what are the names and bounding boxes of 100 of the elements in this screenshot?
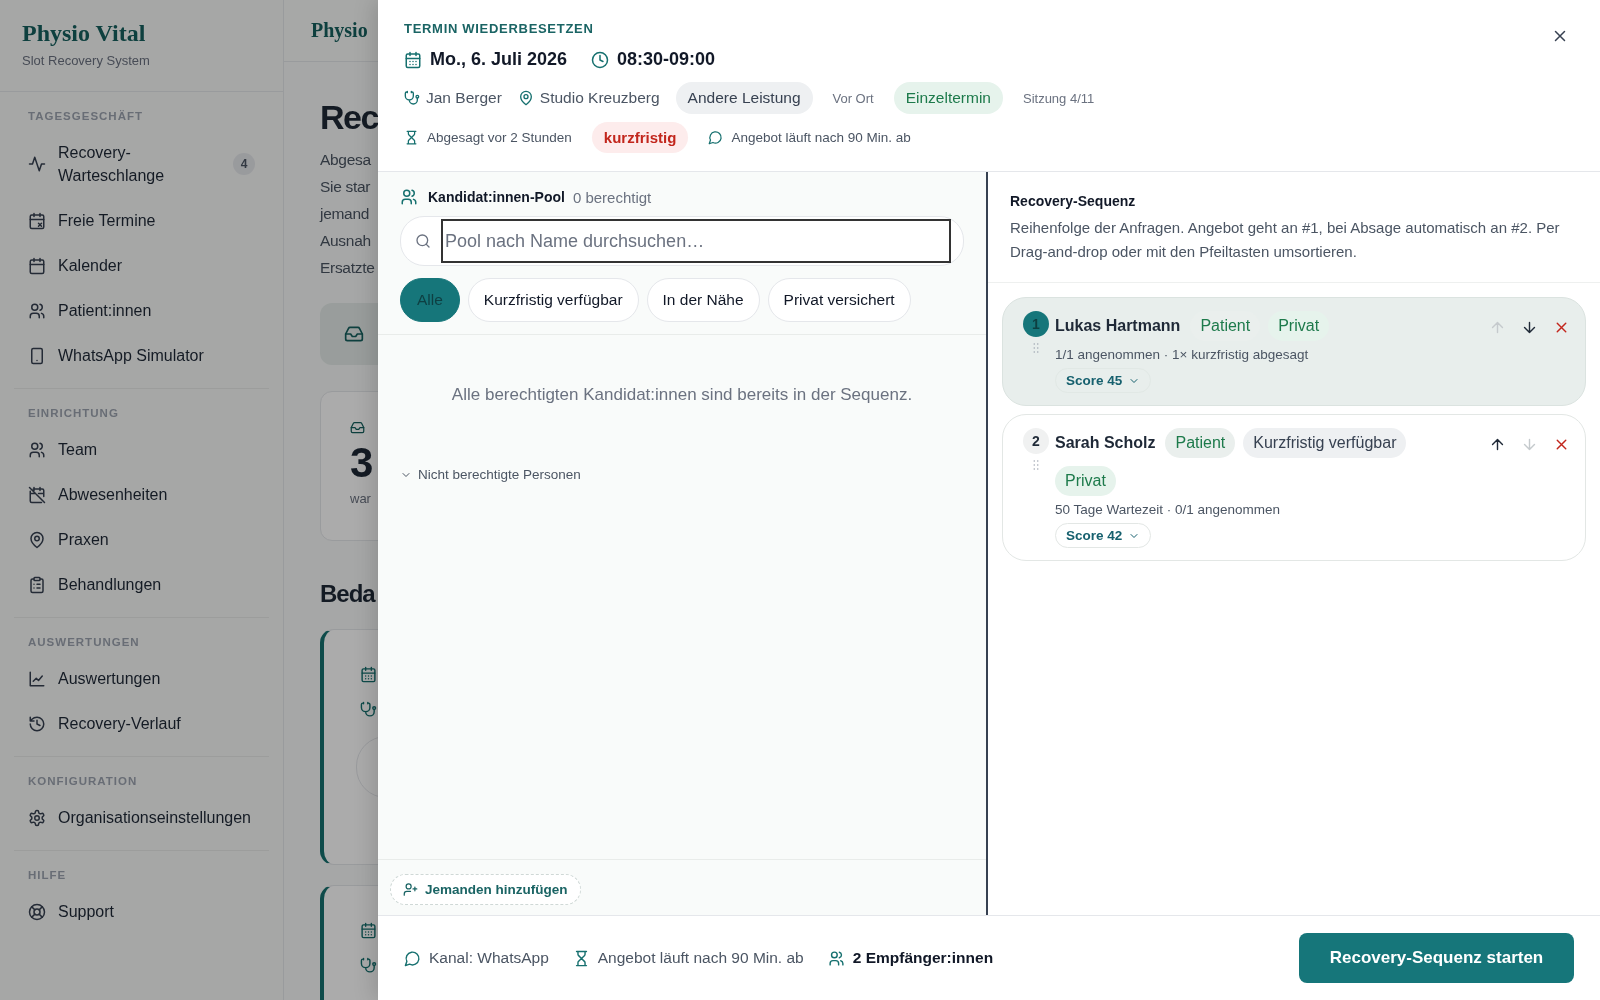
sequence-title: Recovery-Sequenz (1010, 193, 1136, 209)
intro-text: Sie star (320, 177, 371, 197)
filter-chip[interactable]: In der Nähe (646, 278, 760, 322)
filter-chip[interactable]: Kurzfristig verfügbar (467, 278, 639, 322)
hourglass-icon (404, 130, 419, 145)
item-label: Praxen (58, 530, 109, 550)
tag: Kurzfristig verfügbar (1243, 428, 1407, 458)
intro-text: Abgesa (320, 150, 371, 170)
person-name: Sarah Scholz (1055, 434, 1156, 452)
recipient-count: 2 Empfänger:innen (852, 949, 994, 967)
position-badge: 1 (1023, 311, 1049, 337)
item-label: Recovery-Warteschlange (58, 143, 166, 186)
users-icon (400, 188, 418, 206)
item-label: Patient:innen (58, 301, 152, 321)
sidebar-item[interactable]: Recovery-Warteschlange 4 (14, 130, 269, 198)
smartphone-icon (28, 346, 46, 365)
stat-caption: war (350, 491, 371, 506)
search-field[interactable]: Pool nach Name durchsuchen… (400, 216, 964, 266)
therapist-name: Jan Berger (426, 89, 502, 107)
stethoscope-icon (360, 701, 377, 718)
app-title: Physio (311, 19, 368, 42)
users-icon (28, 301, 46, 320)
search-icon (415, 233, 431, 249)
stat-value: 3 (350, 441, 374, 485)
users-icon (827, 949, 845, 967)
section-title: KONFIGURATION (27, 774, 139, 789)
map-pin-icon (517, 90, 534, 106)
appointment-time: 08:30-09:00 (617, 49, 716, 70)
eligible-count: 0 berechtigt (572, 188, 652, 206)
brand-subtitle: Slot Recovery System (22, 53, 150, 68)
item-label: Recovery-Verlauf (58, 714, 181, 734)
item-label: Behandlungen (58, 575, 162, 595)
item-label: Auswertungen (58, 669, 161, 689)
channel-text: Kanal: WhatsApp (429, 949, 549, 967)
stethoscope-icon (360, 957, 377, 974)
urgency-tag: kurzfristig (591, 122, 689, 153)
stethoscope-icon (404, 90, 420, 106)
person-details: 50 Tage Wartezeit · 0/1 angenommen (1055, 502, 1282, 517)
sidebar-item[interactable]: Team (14, 427, 269, 472)
history-icon (28, 714, 46, 733)
start-sequence-button[interactable]: Recovery-Sequenz starten (1299, 933, 1574, 983)
page-title: Rec (320, 97, 378, 138)
inbox-icon (350, 420, 365, 435)
cancelled-text: Abgesagt vor 2 Stunden (427, 130, 572, 145)
calendar-icon (404, 50, 422, 69)
meta-text: Vor Ort (831, 90, 875, 106)
item-label: Freie Termine (58, 211, 156, 231)
chat-bubble-icon (404, 949, 421, 967)
filter-chip[interactable]: Privat versichert (767, 278, 911, 322)
section-title: EINRICHTUNG (27, 406, 120, 421)
users-icon (28, 440, 46, 459)
location-name: Studio Kreuzberg (539, 89, 660, 107)
brand-name: Physio Vital (22, 20, 146, 47)
section-title: TAGESGESCHÄFT (27, 109, 144, 124)
empty-state-text: Alle berechtigten Kandidat:innen sind bereits in der Sequenz. (450, 385, 914, 405)
appointment-date: Mo., 6. Juli 2026 (430, 49, 568, 70)
item-label: Abwesenheiten (58, 485, 168, 505)
item-label: Organisationseinstellungen (58, 808, 251, 828)
sidebar-item[interactable]: Recovery-Verlauf (14, 701, 269, 746)
sidebar-item[interactable]: Freie Termine (14, 198, 269, 243)
sidebar-item[interactable]: Behandlungen (14, 562, 269, 607)
user-plus-icon (403, 882, 418, 897)
tag: Privat (1268, 311, 1330, 341)
add-person-button[interactable]: Jemanden hinzufügen (390, 874, 581, 905)
section-heading: Beda (320, 579, 375, 609)
sidebar-item[interactable]: Kalender (14, 243, 269, 288)
lifebuoy-icon (28, 902, 46, 921)
intro-text: Ausnah (320, 231, 371, 251)
clock-icon (591, 50, 610, 69)
tag: Privat (1055, 466, 1116, 496)
intro-text: jemand (320, 204, 370, 224)
calendar-icon (360, 666, 377, 683)
person-name: Lukas Hartmann (1055, 317, 1181, 335)
sidebar-item[interactable]: Organisationseinstellungen (14, 795, 269, 840)
item-label: WhatsApp Simulator (58, 346, 204, 366)
sidebar-item[interactable]: Praxen (14, 517, 269, 562)
chat-bubble-icon (708, 130, 724, 145)
offer-expiry-text: Angebot läuft nach 90 Min. ab (731, 130, 911, 145)
ineligible-toggle[interactable]: Nicht berechtigte Personen (400, 467, 581, 482)
sequence-card[interactable]: 2 Sarah Scholz Patient Kurzfristig verfügbar Privat 50 Tage Wartezeit · 0/1 angenommen Score 42 (1002, 414, 1586, 561)
calendar-icon (28, 256, 46, 275)
sidebar-item[interactable]: Support (14, 889, 269, 934)
calendar-off-icon (28, 485, 46, 504)
offer-expiry-text: Angebot läuft nach 90 Min. ab (597, 949, 804, 967)
tag: Andere Leistung (675, 82, 813, 114)
tag: Patient (1165, 428, 1236, 458)
count-badge: 4 (233, 153, 255, 175)
sidebar-item[interactable]: Patient:innen (14, 288, 269, 333)
map-pin-icon (28, 530, 46, 549)
person-details: 1/1 angenommen · 1× kurzfristig abgesagt (1055, 347, 1310, 362)
section-title: AUSWERTUNGEN (27, 635, 141, 650)
dialog-eyebrow: TERMIN WIEDERBESETZEN (404, 21, 594, 36)
sidebar-item[interactable]: Auswertungen (14, 656, 269, 701)
position-badge: 2 (1023, 428, 1049, 454)
sequence-description: Reihenfolge der Anfragen. Angebot geht an #1, bei Absage automatisch an #2. Per Drag-and-drop oder mit den Pfeiltasten umsortieren. (1010, 218, 1561, 262)
section-title: HILFE (27, 868, 68, 883)
sidebar-item[interactable]: Abwesenheiten (14, 472, 269, 517)
sequence-card[interactable]: 1 Lukas Hartmann Patient Privat 1/1 angenommen · 1× kurzfristig abgesagt Score 45 (1002, 297, 1586, 406)
tag: Einzeltermin (893, 82, 1003, 114)
sidebar-item[interactable]: WhatsApp Simulator (14, 333, 269, 378)
